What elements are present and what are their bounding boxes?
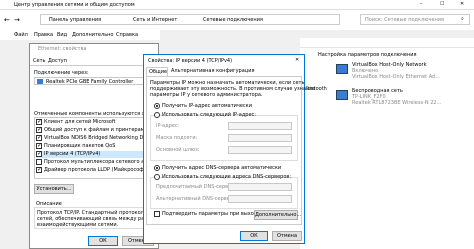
advanced-button[interactable]: Дополнительно... (254, 210, 301, 220)
list-item[interactable]: Общий доступ к файлам и принтерам для се… (36, 126, 174, 134)
intro-line: параметры IP у сетевого администратора. (150, 92, 263, 98)
component-label: Клиент для сетей Microsoft (44, 119, 116, 125)
component-checkbox[interactable] (36, 150, 42, 157)
back-icon[interactable]: ← (4, 16, 10, 24)
description-line: взаимодействующими сетями. (37, 222, 119, 228)
dns-manual-label[interactable]: Использовать следующие адреса DNS-сервер… (162, 174, 291, 180)
ipv4-titlebar: Свойства: IP версии 4 (TCP/IPv4) ✕ (144, 55, 304, 66)
ip-auto-label[interactable]: Получить IP-адрес автоматически (162, 103, 252, 109)
net-menu: Файл Правка Вид Дополнительно Справка (0, 30, 160, 40)
adapter-virtualbox[interactable]: VirtualBox Host-Only Network Включено Vi… (336, 62, 474, 84)
parent-close-icon[interactable]: ✕ (460, 1, 464, 7)
parent-min-icon[interactable]: – (420, 1, 423, 7)
list-item[interactable]: VirtualBox NDIS6 Bridged Networking Driv… (36, 134, 155, 142)
ip-manual-radio[interactable] (154, 112, 160, 118)
menu-help[interactable]: Справка (116, 32, 138, 38)
component-label: Драйвер протокола LLDP (Майкрософт) (44, 167, 149, 173)
gateway-label: Основной шлюз: (156, 147, 200, 153)
preferred-dns-field[interactable] (228, 183, 292, 191)
search-placeholder: Поиск: Сетевые подключения (365, 17, 444, 23)
components-list[interactable]: Клиент для сетей Microsoft Общий доступ … (34, 117, 174, 179)
ip-address-label: IP-адрес: (156, 123, 180, 129)
list-item[interactable]: Драйвер протокола LLDP (Майкрософт) (36, 166, 153, 174)
validate-label[interactable]: Подтвердить параметры при выходе (162, 211, 260, 217)
adapter-field[interactable]: Realtek PCIe GBE Family Controller (34, 77, 154, 85)
adapter-wireless[interactable]: Беспроводная сеть TP-LINK_F2F0 Realtek R… (336, 88, 474, 110)
tab-general-label: Общие (149, 69, 168, 75)
parent-max-icon[interactable]: ☐ (440, 1, 444, 7)
menu-advanced[interactable]: Дополнительно (72, 32, 113, 38)
menu-edit[interactable]: Правка (34, 32, 53, 38)
dns-manual-radio[interactable] (154, 174, 160, 180)
ip-address-field[interactable] (228, 122, 292, 130)
net-window: Настройка параметров подключения luetoot… (300, 38, 474, 249)
tab-general[interactable]: Общие (146, 67, 168, 76)
menu-file[interactable]: Файл (14, 32, 28, 38)
net-menubar (300, 38, 474, 48)
breadcrumb-3[interactable]: Сетевые подключения (203, 17, 263, 23)
subnet-field[interactable] (228, 134, 292, 142)
description-box: Протокол TCP/IP. Стандартный протокол гл… (34, 207, 177, 229)
tab-divider (30, 65, 158, 66)
net-settings-label[interactable]: Настройка параметров подключения (318, 52, 417, 58)
search-icon[interactable]: ⌕ (461, 16, 464, 22)
parent-titlebar: Центр управления сетями и общим доступом… (0, 0, 474, 10)
ethernet-ok-button[interactable]: ОК (88, 236, 118, 246)
adapter-name-value: Realtek PCIe GBE Family Controller (46, 79, 134, 85)
subnet-label: Маска подсети: (156, 135, 198, 141)
breadcrumb-2[interactable]: Сеть и Интернет (133, 17, 177, 23)
list-item[interactable]: Планировщик пакетов QoS (36, 142, 153, 150)
component-checkbox[interactable] (36, 126, 42, 133)
address-bar: ← → Панель управления Сеть и Интернет Се… (0, 10, 474, 30)
network-adapter-icon (336, 64, 348, 74)
adapter-device: Realtek RTL8723BE Wireless-N 22... (352, 100, 442, 106)
dns-auto-radio[interactable] (154, 165, 160, 171)
search-box[interactable]: Поиск: Сетевые подключения ⌕ (360, 14, 470, 25)
ipv4-ok-button[interactable]: ОК (240, 231, 268, 241)
preferred-dns-label: Предпочитаемый DNS-сервер: (156, 184, 237, 190)
tab-sharing[interactable]: Доступ (48, 58, 67, 64)
ethernet-titlebar: Ethernet: свойства (30, 44, 158, 54)
tab-network[interactable]: Сеть (33, 58, 45, 64)
forward-icon[interactable]: → (14, 16, 20, 24)
ipv4-close-icon[interactable]: ✕ (295, 57, 299, 63)
gateway-field[interactable] (228, 146, 292, 154)
parent-title: Центр управления сетями и общим доступом (14, 2, 135, 8)
component-checkbox[interactable] (36, 159, 42, 165)
list-item[interactable]: Клиент для сетей Microsoft (36, 118, 153, 126)
ip-auto-radio[interactable] (154, 103, 160, 109)
breadcrumb-1[interactable]: Панель управления (49, 17, 101, 23)
alternate-dns-label: Альтернативный DNS-сервер: (156, 196, 235, 202)
alternate-dns-field[interactable] (228, 195, 292, 203)
menu-view[interactable]: Вид (57, 32, 67, 38)
connect-via-label: Подключение через: (34, 70, 89, 76)
component-checkbox[interactable] (36, 118, 42, 125)
dns-manual-group (150, 177, 298, 209)
ethernet-title: Ethernet: свойства (38, 46, 87, 52)
component-label: Планировщик пакетов QoS (44, 143, 116, 149)
component-checkbox[interactable] (36, 134, 42, 141)
ipv4-title: Свойства: IP версии 4 (TCP/IPv4) (148, 58, 233, 64)
list-item[interactable]: Протокол мультиплексора сетевого адаптер… (36, 159, 166, 166)
validate-checkbox[interactable] (154, 211, 160, 217)
adapter-device: VirtualBox Host-Only Ethernet Ad... (352, 74, 440, 80)
ipv4-properties-dialog: Свойства: IP версии 4 (TCP/IPv4) ✕ Общие… (143, 54, 315, 244)
component-label: IP версии 4 (TCP/IPv4) (44, 151, 101, 157)
component-checkbox[interactable] (36, 166, 42, 173)
network-card-icon (37, 79, 43, 84)
ipv4-cancel-button[interactable]: Отмена (272, 231, 302, 241)
ethernet-properties-dialog: Ethernet: свойства Сеть Доступ Подключен… (29, 43, 197, 249)
component-label: VirtualBox NDIS6 Bridged Networking Driv… (44, 135, 155, 141)
list-item[interactable]: IP версии 4 (TCP/IPv4) (36, 150, 153, 158)
tab-alternate[interactable]: Альтернативная конфигурация (171, 68, 254, 74)
breadcrumb[interactable]: Панель управления Сеть и Интернет Сетевы… (40, 14, 340, 25)
component-checkbox[interactable] (36, 142, 42, 149)
install-button[interactable]: Установить... (34, 184, 74, 194)
wifi-icon (336, 90, 348, 100)
ip-manual-label[interactable]: Использовать следующий IP-адрес: (162, 112, 256, 118)
dns-auto-label[interactable]: Получить адрес DNS-сервера автоматически (162, 165, 281, 171)
